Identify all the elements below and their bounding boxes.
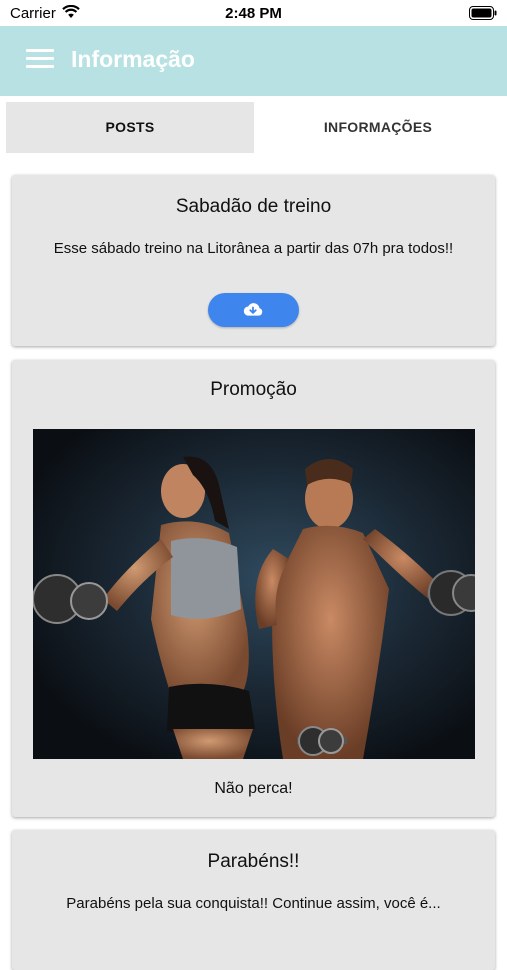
battery-icon [469,6,497,20]
post-text: Parabéns pela sua conquista!! Continue a… [66,895,441,912]
post-title: Parabéns!! [207,851,300,872]
status-bar: Carrier 2:48 PM [0,0,507,26]
post-title: Sabadão de treino [175,196,332,217]
tab-posts[interactable]: POSTS [6,102,254,153]
post-card: Sabadão de treino Esse sábado treino na … [12,175,495,346]
post-title: Promoção [210,379,297,400]
download-button[interactable] [208,293,299,327]
post-caption: Não perca! [214,780,293,797]
fitness-couple-image [33,456,475,759]
cloud-download-icon [243,303,263,316]
post-text: Esse sábado treino na Litorânea a partir… [53,240,454,257]
promo-photo [33,429,475,759]
hamburger-menu-icon[interactable] [26,49,54,69]
post-card: Parabéns!! Parabéns pela sua conquista!!… [12,830,495,970]
tab-informacoes[interactable]: INFORMAÇÕES [254,102,502,153]
tab-bar: POSTS INFORMAÇÕES [0,100,507,154]
clock-time: 2:48 PM [225,5,282,22]
post-card: Promoção Não perca! [12,360,495,817]
page-title: Informação [71,46,195,72]
app-bar: Informação [0,26,507,96]
